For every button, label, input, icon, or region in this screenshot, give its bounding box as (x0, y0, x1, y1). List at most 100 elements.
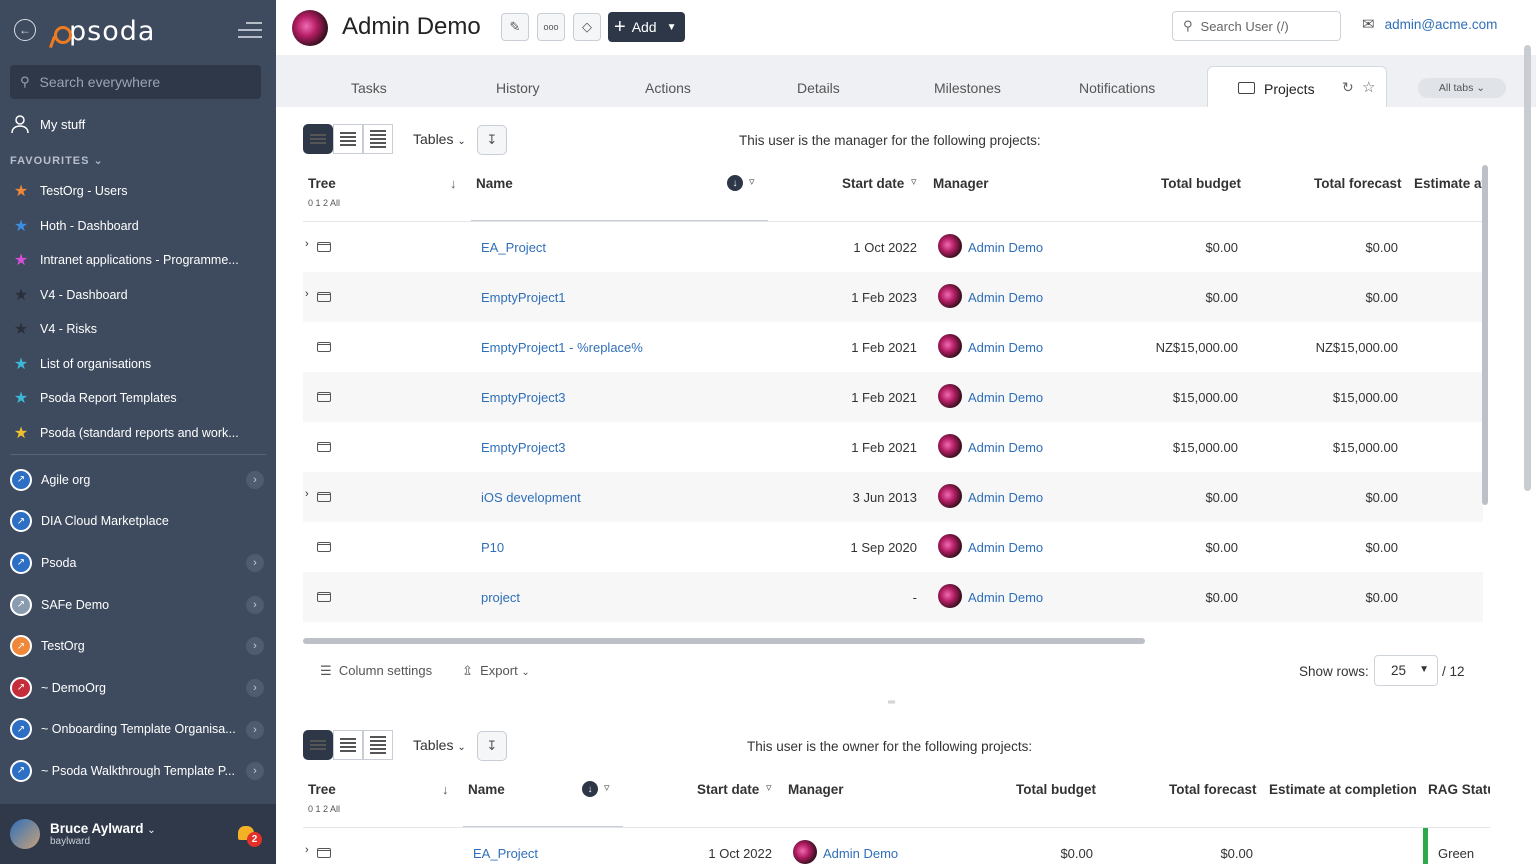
more-options-button[interactable]: ooo (537, 13, 565, 41)
estimate-column-header[interactable]: Estimate at (1414, 176, 1483, 191)
org-item[interactable]: ↗ Agile org › (0, 459, 276, 501)
sort-arrow-icon[interactable]: ↓ (450, 176, 457, 191)
tab-details[interactable]: Details (797, 80, 840, 96)
download-button[interactable]: ↧ (477, 731, 507, 761)
sort-descending-icon[interactable]: ↓ (582, 781, 598, 797)
add-button[interactable]: + Add ▼ (608, 12, 685, 42)
chevron-right-icon[interactable]: › (246, 554, 264, 573)
table-vertical-scrollbar[interactable] (1482, 165, 1488, 505)
tab-projects[interactable]: Projects ↻ ☆ (1207, 66, 1387, 107)
chevron-right-icon[interactable]: › (305, 488, 309, 500)
chevron-right-icon[interactable]: › (305, 844, 309, 856)
manager-link[interactable]: Admin Demo (968, 390, 1043, 405)
notification-bell-icon[interactable]: 2 (238, 824, 262, 847)
org-item[interactable]: ↗ ~ DemoOrg › (0, 667, 276, 709)
name-column-header[interactable]: Name (476, 176, 513, 191)
favourite-item[interactable]: ★ List of organisations (0, 347, 276, 382)
search-user-input[interactable]: ⚲ Search User (/) (1172, 11, 1341, 41)
project-name-link[interactable]: EA_Project (473, 846, 538, 861)
view-compact-button[interactable] (333, 730, 363, 760)
manager-link[interactable]: Admin Demo (968, 290, 1043, 305)
page-vertical-scrollbar[interactable] (1524, 45, 1531, 491)
org-item[interactable]: ↗ TestOrg › (0, 625, 276, 667)
chevron-right-icon[interactable]: › (246, 720, 264, 739)
user-menu[interactable]: Bruce Aylward ⌄ baylward 2 (0, 804, 276, 864)
manager-link[interactable]: Admin Demo (968, 240, 1043, 255)
tab-tasks[interactable]: Tasks (351, 80, 387, 96)
tag-button[interactable]: ◇ (573, 13, 601, 41)
view-comfortable-button[interactable] (303, 730, 333, 760)
chevron-right-icon[interactable]: › (305, 288, 309, 300)
org-item[interactable]: ↗ ~ Onboarding Template Organisa... › (0, 709, 276, 751)
project-name-link[interactable]: iOS development (481, 490, 581, 505)
chevron-right-icon[interactable]: › (246, 595, 264, 614)
psoda-logo[interactable]: psoda (50, 14, 155, 48)
view-compact-button[interactable] (333, 124, 363, 154)
view-dense-button[interactable] (363, 124, 393, 154)
project-name-link[interactable]: EmptyProject1 - %replace% (481, 340, 643, 355)
column-settings-button[interactable]: ☰ Column settings (320, 663, 432, 679)
tab-history[interactable]: History (496, 80, 540, 96)
total-forecast-column-header[interactable]: Total forecast (1169, 782, 1257, 797)
total-budget-column-header[interactable]: Total budget (1161, 176, 1241, 191)
chevron-right-icon[interactable]: › (246, 637, 264, 656)
manager-link[interactable]: Admin Demo (823, 846, 898, 861)
favourite-item[interactable]: ★ Hoth - Dashboard (0, 209, 276, 244)
my-stuff-link[interactable]: My stuff (10, 114, 85, 134)
chevron-right-icon[interactable]: › (305, 238, 309, 250)
email-link[interactable]: ✉ admin@acme.com (1362, 15, 1497, 33)
filter-icon[interactable]: ▿ (911, 175, 917, 188)
favourite-item[interactable]: ★ TestOrg - Users (0, 174, 276, 209)
manager-link[interactable]: Admin Demo (968, 440, 1043, 455)
show-rows-select[interactable]: 25 ▼ (1374, 655, 1438, 686)
name-column-header[interactable]: Name (468, 782, 505, 797)
favourite-item[interactable]: ★ Intranet applications - Programme... (0, 243, 276, 278)
project-name-link[interactable]: project (481, 590, 520, 605)
project-name-link[interactable]: EmptyProject1 (481, 290, 566, 305)
org-item[interactable]: ↗ SAFe Demo › (0, 584, 276, 626)
sort-descending-icon[interactable]: ↓ (727, 175, 743, 191)
export-button[interactable]: ⇫ Export ⌄ (462, 663, 530, 679)
manager-link[interactable]: Admin Demo (968, 490, 1043, 505)
all-tabs-dropdown[interactable]: All tabs ⌄ (1418, 78, 1506, 98)
manager-column-header[interactable]: Manager (788, 782, 844, 797)
star-icon[interactable]: ☆ (1362, 78, 1375, 96)
manager-column-header[interactable]: Manager (933, 176, 989, 191)
favourite-item[interactable]: ★ V4 - Risks (0, 312, 276, 347)
chevron-right-icon[interactable]: › (246, 471, 264, 489)
resize-handle-icon[interactable]: ═ (888, 697, 895, 708)
view-dense-button[interactable] (363, 730, 393, 760)
favourite-item[interactable]: ★ Psoda (standard reports and work... (0, 416, 276, 451)
tree-level-selector[interactable]: 0 1 2 All (308, 198, 340, 208)
tree-level-selector[interactable]: 0 1 2 All (308, 804, 340, 814)
filter-icon[interactable]: ▿ (766, 781, 772, 794)
manager-link[interactable]: Admin Demo (968, 340, 1043, 355)
filter-icon[interactable]: ▿ (749, 175, 755, 188)
tab-milestones[interactable]: Milestones (934, 80, 1001, 96)
refresh-icon[interactable]: ↻ (1342, 79, 1354, 96)
org-item[interactable]: ↗ Psoda › (0, 542, 276, 584)
edit-button[interactable]: ✎ (501, 13, 529, 41)
manager-link[interactable]: Admin Demo (968, 590, 1043, 605)
total-forecast-column-header[interactable]: Total forecast (1314, 176, 1402, 191)
tab-actions[interactable]: Actions (645, 80, 691, 96)
sidebar-search-input[interactable]: ⚲ Search everywhere (10, 65, 261, 99)
estimate-at-completion-column-header[interactable]: Estimate at completion (1269, 782, 1417, 797)
favourite-item[interactable]: ★ V4 - Dashboard (0, 278, 276, 313)
favourites-header[interactable]: FAVOURITES ⌄ (10, 154, 104, 167)
chevron-right-icon[interactable]: › (246, 762, 264, 781)
chevron-right-icon[interactable]: › (246, 678, 264, 697)
filter-icon[interactable]: ▿ (604, 781, 610, 794)
tables-dropdown[interactable]: Tables ⌄ (413, 131, 466, 147)
tab-notifications[interactable]: Notifications (1079, 80, 1155, 96)
sort-arrow-icon[interactable]: ↓ (442, 782, 449, 797)
start-date-column-header[interactable]: Start date (697, 782, 759, 797)
org-item[interactable]: ↗ ~ Psoda Walkthrough Template P... › (0, 750, 276, 792)
collapse-menu-icon[interactable] (238, 22, 262, 38)
favourite-item[interactable]: ★ Psoda Report Templates (0, 381, 276, 416)
project-name-link[interactable]: P10 (481, 540, 504, 555)
org-item[interactable]: ↗ DIA Cloud Marketplace (0, 501, 276, 543)
horizontal-scrollbar[interactable] (303, 638, 1145, 644)
project-name-link[interactable]: EA_Project (481, 240, 546, 255)
tables-dropdown[interactable]: Tables ⌄ (413, 737, 466, 753)
